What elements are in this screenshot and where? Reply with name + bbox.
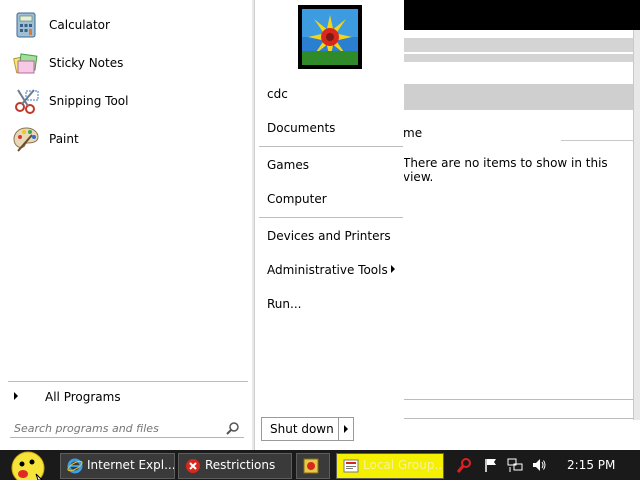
places-separator [259, 146, 403, 147]
taskbar-button-internet-explorer[interactable]: Internet Expl... [60, 453, 175, 479]
internet-explorer-icon [67, 458, 83, 474]
user-picture[interactable] [298, 5, 362, 69]
games-link[interactable]: Games [267, 158, 309, 172]
calculator-icon [16, 12, 36, 38]
taskbar-button-label: Local Group... [363, 458, 444, 472]
taskbar-button-label: Restrictions [205, 458, 276, 472]
program-snipping-tool[interactable]: Snipping Tool [10, 85, 245, 117]
sticky-notes-icon [13, 53, 38, 74]
run-link[interactable]: Run... [267, 297, 301, 311]
error-icon [186, 459, 200, 473]
background-window-toolbar [403, 38, 633, 52]
all-programs-label: All Programs [45, 390, 121, 404]
search-input[interactable] [14, 419, 219, 437]
expand-arrow-icon [14, 392, 18, 400]
taskbar-button-restrictions[interactable]: Restrictions [178, 453, 292, 479]
taskbar-button-app[interactable] [296, 453, 330, 479]
paint-palette-icon [13, 127, 39, 152]
background-window-toolbar-2 [403, 54, 633, 62]
all-programs-separator [8, 381, 248, 382]
documents-link[interactable]: Documents [267, 121, 335, 135]
start-menu-programs-pane: Calculator Sticky Notes Snipping Tool Pa… [0, 0, 252, 413]
shut-down-button[interactable]: Shut down [261, 417, 350, 441]
column-separator [561, 140, 633, 141]
shut-down-label: Shut down [270, 422, 334, 436]
user-folder-link[interactable]: cdc [267, 87, 288, 101]
chevron-right-icon [344, 425, 348, 433]
action-center-flag-icon[interactable] [483, 457, 499, 473]
shut-down-options-button[interactable] [338, 417, 354, 441]
start-menu: Calculator Sticky Notes Snipping Tool Pa… [0, 0, 404, 450]
program-label: Sticky Notes [49, 56, 124, 70]
background-window-titlebar[interactable] [403, 0, 640, 30]
group-policy-icon [343, 459, 359, 473]
app-icon [303, 458, 319, 474]
status-divider [403, 399, 633, 400]
status-divider-2 [403, 418, 633, 419]
flower-avatar-icon [302, 9, 358, 65]
search-box[interactable] [10, 419, 244, 438]
program-sticky-notes[interactable]: Sticky Notes [10, 47, 245, 79]
program-calculator[interactable]: Calculator [10, 9, 245, 41]
column-header-name[interactable]: me [403, 126, 422, 140]
vertical-scrollbar[interactable] [633, 30, 640, 420]
volume-icon[interactable] [531, 457, 547, 473]
start-menu-places-pane: cdc Documents Games Computer Devices and… [254, 0, 404, 450]
computer-link[interactable]: Computer [267, 192, 327, 206]
all-programs-button[interactable]: All Programs [8, 388, 248, 408]
background-window: me There are no items to show in this vi… [403, 0, 640, 450]
program-paint[interactable]: Paint [10, 123, 245, 155]
empty-view-message: There are no items to show in this view. [403, 156, 608, 184]
submenu-arrow-icon [391, 265, 395, 273]
program-label: Snipping Tool [49, 94, 129, 108]
clock[interactable]: 2:15 PM [567, 458, 615, 472]
magnifier-icon[interactable] [457, 457, 473, 473]
administrative-tools-link[interactable]: Administrative Tools [267, 263, 388, 277]
notification-area: 2:15 PM [455, 450, 640, 480]
taskbar: Internet Expl... Restrictions Local Grou… [0, 450, 640, 483]
search-icon[interactable] [226, 421, 240, 435]
network-icon[interactable] [507, 457, 523, 473]
scissors-icon [15, 89, 39, 114]
taskbar-button-local-group-policy[interactable]: Local Group... [336, 453, 444, 479]
places-separator [259, 217, 403, 218]
background-window-header [403, 84, 633, 110]
program-label: Paint [49, 132, 79, 146]
start-button[interactable] [6, 450, 50, 483]
program-label: Calculator [49, 18, 110, 32]
taskbar-button-label: Internet Expl... [87, 458, 175, 472]
devices-and-printers-link[interactable]: Devices and Printers [267, 229, 391, 243]
smiley-start-icon [11, 451, 45, 483]
